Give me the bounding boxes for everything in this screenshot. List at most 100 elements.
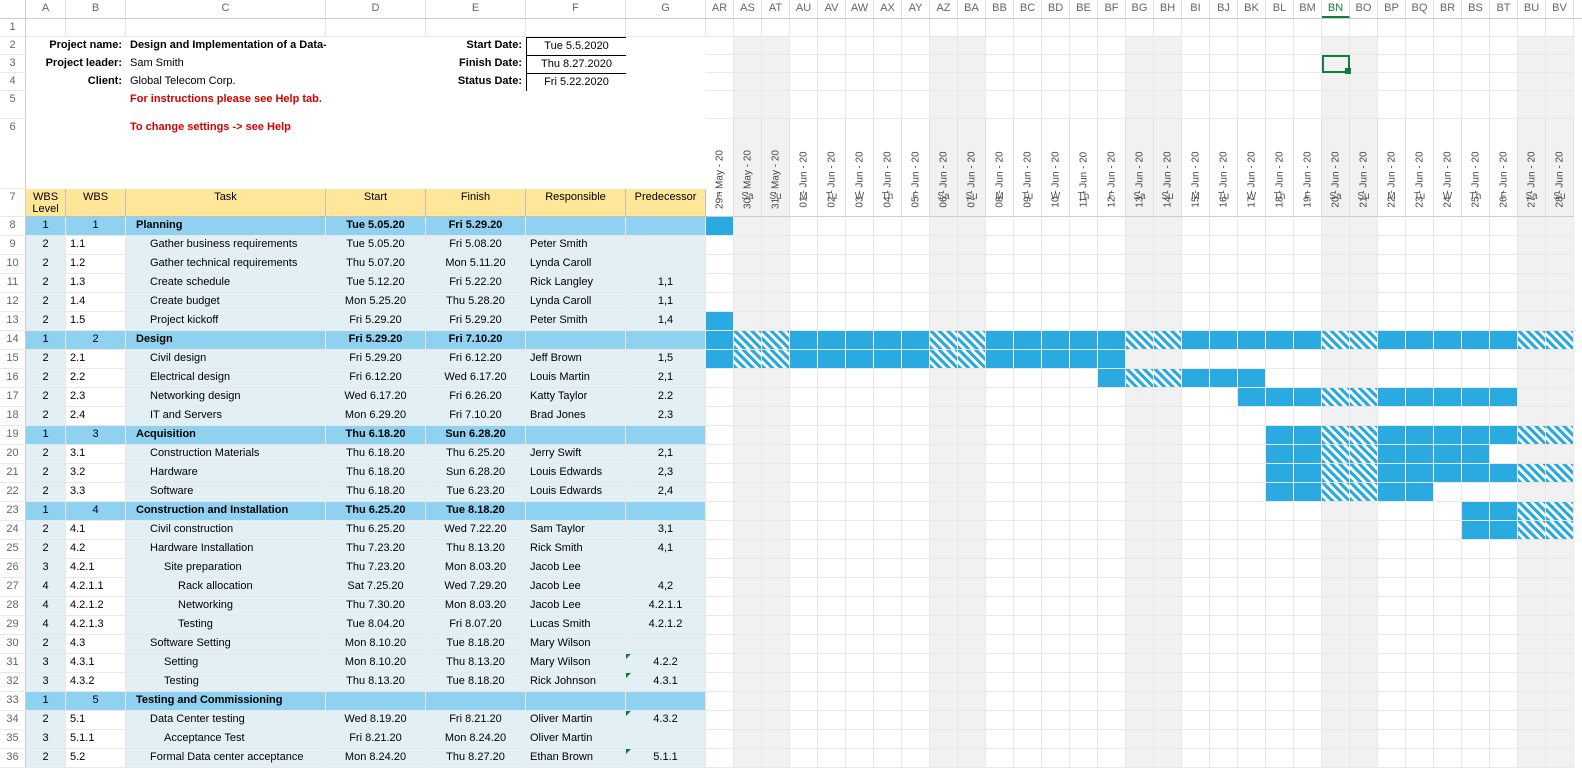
cell-predecessor[interactable] [626,635,706,654]
cell[interactable] [1098,91,1126,119]
gantt-cell[interactable] [762,236,790,255]
gantt-date-header[interactable]: 11 - Jun - 20 [1070,119,1098,189]
gantt-cell[interactable] [1462,426,1490,445]
gantt-cell[interactable] [1406,274,1434,293]
gantt-cell[interactable] [930,654,958,673]
gantt-cell[interactable] [1126,255,1154,274]
cell[interactable] [818,73,846,91]
cell[interactable] [958,37,986,55]
cell[interactable] [1322,55,1350,73]
gantt-cell[interactable] [1182,540,1210,559]
gantt-cell[interactable] [1098,255,1126,274]
col-header-BA[interactable]: BA [958,0,986,18]
gantt-cell[interactable] [930,559,958,578]
gantt-cell[interactable] [1546,426,1574,445]
gantt-cell[interactable] [1294,597,1322,616]
gantt-date-header[interactable]: 17 - Jun - 20 [1238,119,1266,189]
cell-start[interactable]: Thu 6.18.20 [326,483,426,502]
gantt-cell[interactable] [1210,255,1238,274]
gantt-cell[interactable] [1014,331,1042,350]
gantt-date-header[interactable]: 09 - Jun - 20 [1014,119,1042,189]
gantt-cell[interactable] [762,217,790,236]
cell[interactable] [1182,73,1210,91]
gantt-cell[interactable] [1154,445,1182,464]
cell-start[interactable]: Sat 7.25.20 [326,578,426,597]
row-header-18[interactable]: 18 [0,407,26,426]
gantt-cell[interactable] [762,597,790,616]
gantt-cell[interactable] [1042,407,1070,426]
gantt-cell[interactable] [1462,654,1490,673]
gantt-cell[interactable] [986,464,1014,483]
cell-finish[interactable]: Fri 5.29.20 [426,217,526,236]
gantt-cell[interactable] [790,445,818,464]
gantt-cell[interactable] [1322,312,1350,331]
cell-finish[interactable]: Fri 6.26.20 [426,388,526,407]
row-header-17[interactable]: 17 [0,388,26,407]
gantt-cell[interactable] [762,350,790,369]
gantt-cell[interactable] [1182,578,1210,597]
cell-predecessor[interactable]: 4.2.1.1 [626,597,706,616]
row-header-21[interactable]: 21 [0,464,26,483]
cell-wbs[interactable]: 4.2.1.2 [66,597,126,616]
cell[interactable] [762,73,790,91]
cell-task[interactable]: Gather technical requirements [126,255,326,274]
row-header-8[interactable]: 8 [0,217,26,236]
gantt-cell[interactable] [706,369,734,388]
col-header-BM[interactable]: BM [1294,0,1322,18]
gantt-cell[interactable] [1070,578,1098,597]
gantt-cell[interactable] [1434,350,1462,369]
gantt-cell[interactable] [1378,236,1406,255]
cell[interactable] [734,73,762,91]
gantt-date-header[interactable]: 08 - Jun - 20 [986,119,1014,189]
cell[interactable] [1014,91,1042,119]
gantt-cell[interactable] [1378,255,1406,274]
gantt-cell[interactable] [1518,217,1546,236]
cell-finish[interactable]: Mon 8.24.20 [426,730,526,749]
header-finish[interactable]: Finish [426,189,526,217]
gantt-cell[interactable] [790,635,818,654]
gantt-cell[interactable] [1518,711,1546,730]
gantt-cell[interactable] [818,559,846,578]
gantt-cell[interactable] [1210,483,1238,502]
gantt-cell[interactable] [1546,217,1574,236]
gantt-cell[interactable] [1070,293,1098,312]
gantt-cell[interactable] [846,293,874,312]
gantt-cell[interactable] [706,616,734,635]
gantt-cell[interactable] [846,217,874,236]
cell[interactable] [1294,37,1322,55]
col-header-B[interactable]: B [66,0,126,18]
gantt-cell[interactable] [1406,616,1434,635]
cell-predecessor[interactable]: 4.2.2 [626,654,706,673]
gantt-cell[interactable] [1210,293,1238,312]
gantt-cell[interactable] [1434,236,1462,255]
gantt-date-header[interactable]: 16 - Jun - 20 [1210,119,1238,189]
gantt-cell[interactable] [1378,274,1406,293]
gantt-cell[interactable] [986,255,1014,274]
gantt-cell[interactable] [958,255,986,274]
gantt-cell[interactable] [930,293,958,312]
gantt-cell[interactable] [762,730,790,749]
col-header-C[interactable]: C [126,0,326,18]
gantt-cell[interactable] [1182,274,1210,293]
gantt-cell[interactable] [1350,692,1378,711]
cell[interactable] [1070,73,1098,91]
cell-task[interactable]: Create budget [126,293,326,312]
col-header-BU[interactable]: BU [1518,0,1546,18]
gantt-cell[interactable] [846,521,874,540]
cell[interactable] [930,73,958,91]
gantt-cell[interactable] [818,635,846,654]
cell-responsible[interactable]: Mary Wilson [526,654,626,673]
gantt-cell[interactable] [734,483,762,502]
cell[interactable] [1238,37,1266,55]
gantt-cell[interactable] [1294,407,1322,426]
gantt-cell[interactable] [1014,407,1042,426]
gantt-cell[interactable] [1098,635,1126,654]
gantt-cell[interactable] [1518,445,1546,464]
gantt-cell[interactable] [1042,540,1070,559]
gantt-cell[interactable] [1070,635,1098,654]
gantt-cell[interactable] [930,502,958,521]
gantt-cell[interactable] [930,255,958,274]
gantt-cell[interactable] [1490,350,1518,369]
cell-wbs-level[interactable]: 2 [26,464,66,483]
gantt-cell[interactable] [846,616,874,635]
